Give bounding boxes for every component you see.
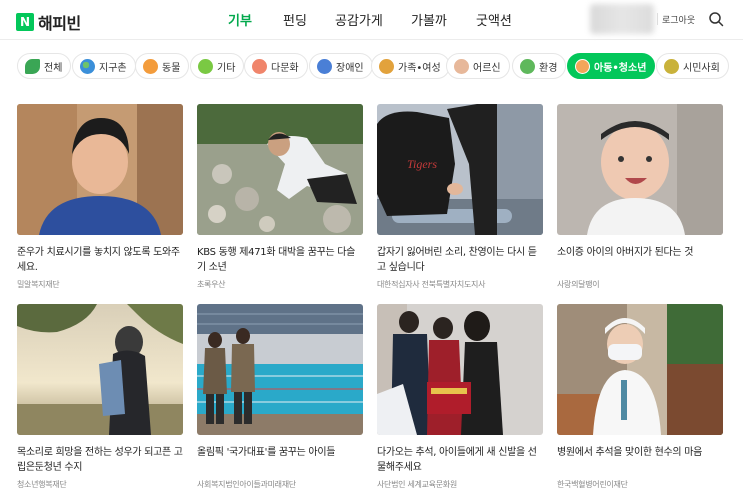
globe-icon xyxy=(80,58,95,74)
campaign-thumbnail[interactable]: Tigers xyxy=(377,104,543,235)
category-chip-etc[interactable]: 기타 xyxy=(190,53,245,79)
campaign-thumbnail[interactable] xyxy=(17,104,183,235)
search-icon[interactable] xyxy=(708,11,724,27)
campaign-organization: 밀알복지재단 xyxy=(17,280,60,289)
category-chip-all[interactable]: 전체 xyxy=(17,53,72,79)
nav-item-shop[interactable]: 공감가게 xyxy=(335,10,383,29)
campaign-card[interactable]: 병원에서 추석을 맞이한 현수의 마음 한국백혈병어린이재단 xyxy=(557,304,723,490)
campaign-thumbnail[interactable] xyxy=(197,104,363,235)
category-filter-bar: 전체 지구촌 동물 기타 다문화 장애인 가족•여성 어르신 환경 아동•청소년… xyxy=(0,53,743,79)
category-label: 동물 xyxy=(162,62,181,74)
naver-n-logo: N xyxy=(16,13,34,31)
campaign-card[interactable]: KBS 동행 제471화 대박을 꿈꾸는 다슬기 소년 초록우산 xyxy=(197,104,363,290)
category-label: 가족•여성 xyxy=(398,62,441,74)
category-chip-elderly[interactable]: 어르신 xyxy=(446,53,510,79)
campaign-thumbnail[interactable] xyxy=(557,104,723,235)
campaign-title[interactable]: 소이증 아이의 아버지가 된다는 것 xyxy=(557,245,723,275)
category-chip-children[interactable]: 아동•청소년 xyxy=(567,53,656,79)
campaign-organization: 한국백혈병어린이재단 xyxy=(557,480,628,489)
campaign-card[interactable]: 목소리로 희망을 전하는 성우가 되고픈 고립은둔청년 수지 청소년행복재단 xyxy=(17,304,183,490)
brand-name: 해피빈 xyxy=(38,14,81,33)
campaign-title[interactable]: 병원에서 추석을 맞이한 현수의 마음 xyxy=(557,445,723,475)
category-label: 다문화 xyxy=(271,62,299,74)
people-icon xyxy=(664,58,679,74)
category-label: 아동•청소년 xyxy=(594,62,647,74)
campaign-title[interactable]: 다가오는 추석, 아이들에게 새 신발을 선물해주세요 xyxy=(377,445,543,475)
nav-item-goodaction[interactable]: 굿액션 xyxy=(476,10,512,29)
category-chip-environment[interactable]: 환경 xyxy=(512,53,567,79)
leaf-icon xyxy=(25,58,40,74)
campaign-card[interactable]: 다가오는 추석, 아이들에게 새 신발을 선물해주세요 사단법인 세계교육문화원 xyxy=(377,304,543,490)
dots-icon xyxy=(198,58,213,74)
campaign-organization: 사랑의달팽이 xyxy=(557,280,600,289)
sprout-icon xyxy=(520,58,535,74)
house-icon xyxy=(379,58,394,74)
category-label: 지구촌 xyxy=(99,62,127,74)
category-chip-family[interactable]: 가족•여성 xyxy=(371,53,450,79)
campaign-thumbnail[interactable] xyxy=(17,304,183,435)
campaign-card[interactable]: 준우가 치료시기를 놓치지 않도록 도와주세요. 밀알복지재단 xyxy=(17,104,183,290)
top-header: N 해피빈 기부 펀딩 공감가게 가볼까 굿액션 로그아웃 xyxy=(0,0,743,40)
campaign-organization: 사단법인 세계교육문화원 xyxy=(377,480,457,489)
campaign-card[interactable]: Tigers 갑자기 잃어버린 소리, 찬영이는 다시 듣고 싶습니다 대한적십… xyxy=(377,104,543,290)
campaign-title[interactable]: 목소리로 희망을 전하는 성우가 되고픈 고립은둔청년 수지 xyxy=(17,445,183,475)
child-icon xyxy=(575,58,590,74)
wheelchair-icon xyxy=(317,58,332,74)
campaign-organization: 청소년행복재단 xyxy=(17,480,67,489)
campaign-thumbnail[interactable] xyxy=(557,304,723,435)
campaign-card[interactable]: 소이증 아이의 아버지가 된다는 것 사랑의달팽이 xyxy=(557,104,723,290)
campaign-organization: 대한적십자사 전북특별자치도지사 xyxy=(377,280,486,289)
svg-text:Tigers: Tigers xyxy=(407,157,437,171)
campaign-card[interactable]: 올림픽 '국가대표'를 꿈꾸는 아이들 사회복지법인아이들과미래재단 xyxy=(197,304,363,490)
category-chip-global[interactable]: 지구촌 xyxy=(72,53,136,79)
category-label: 기타 xyxy=(217,62,236,74)
campaign-title[interactable]: 갑자기 잃어버린 소리, 찬영이는 다시 듣고 싶습니다 xyxy=(377,245,543,275)
campaign-organization: 초록우산 xyxy=(197,280,226,289)
campaign-title[interactable]: 준우가 치료시기를 놓치지 않도록 도와주세요. xyxy=(17,245,183,275)
nav-item-visit[interactable]: 가볼까 xyxy=(411,10,447,29)
category-label: 시민사회 xyxy=(683,62,720,74)
campaign-thumbnail[interactable] xyxy=(377,304,543,435)
campaign-organization: 사회복지법인아이들과미래재단 xyxy=(197,480,296,489)
category-chip-civil[interactable]: 시민사회 xyxy=(656,53,729,79)
logout-link[interactable]: 로그아웃 xyxy=(662,13,695,26)
category-label: 환경 xyxy=(539,62,558,74)
happybean-logo[interactable]: N 해피빈 xyxy=(16,10,81,34)
elder-icon xyxy=(454,58,469,74)
category-chip-disabled[interactable]: 장애인 xyxy=(309,53,373,79)
nav-item-donate[interactable]: 기부 xyxy=(228,10,252,29)
user-profile-blurred[interactable] xyxy=(590,4,654,34)
hearts-icon xyxy=(252,58,267,74)
category-label: 장애인 xyxy=(336,62,364,74)
tiger-icon xyxy=(143,58,158,74)
header-divider xyxy=(657,13,658,25)
category-label: 어르신 xyxy=(473,62,501,74)
category-chip-animal[interactable]: 동물 xyxy=(135,53,190,79)
category-chip-multicultural[interactable]: 다문화 xyxy=(244,53,308,79)
nav-item-funding[interactable]: 펀딩 xyxy=(283,10,307,29)
campaign-title[interactable]: 올림픽 '국가대표'를 꿈꾸는 아이들 xyxy=(197,445,363,475)
category-label: 전체 xyxy=(44,62,63,74)
campaign-title[interactable]: KBS 동행 제471화 대박을 꿈꾸는 다슬기 소년 xyxy=(197,245,363,275)
campaign-thumbnail[interactable] xyxy=(197,304,363,435)
